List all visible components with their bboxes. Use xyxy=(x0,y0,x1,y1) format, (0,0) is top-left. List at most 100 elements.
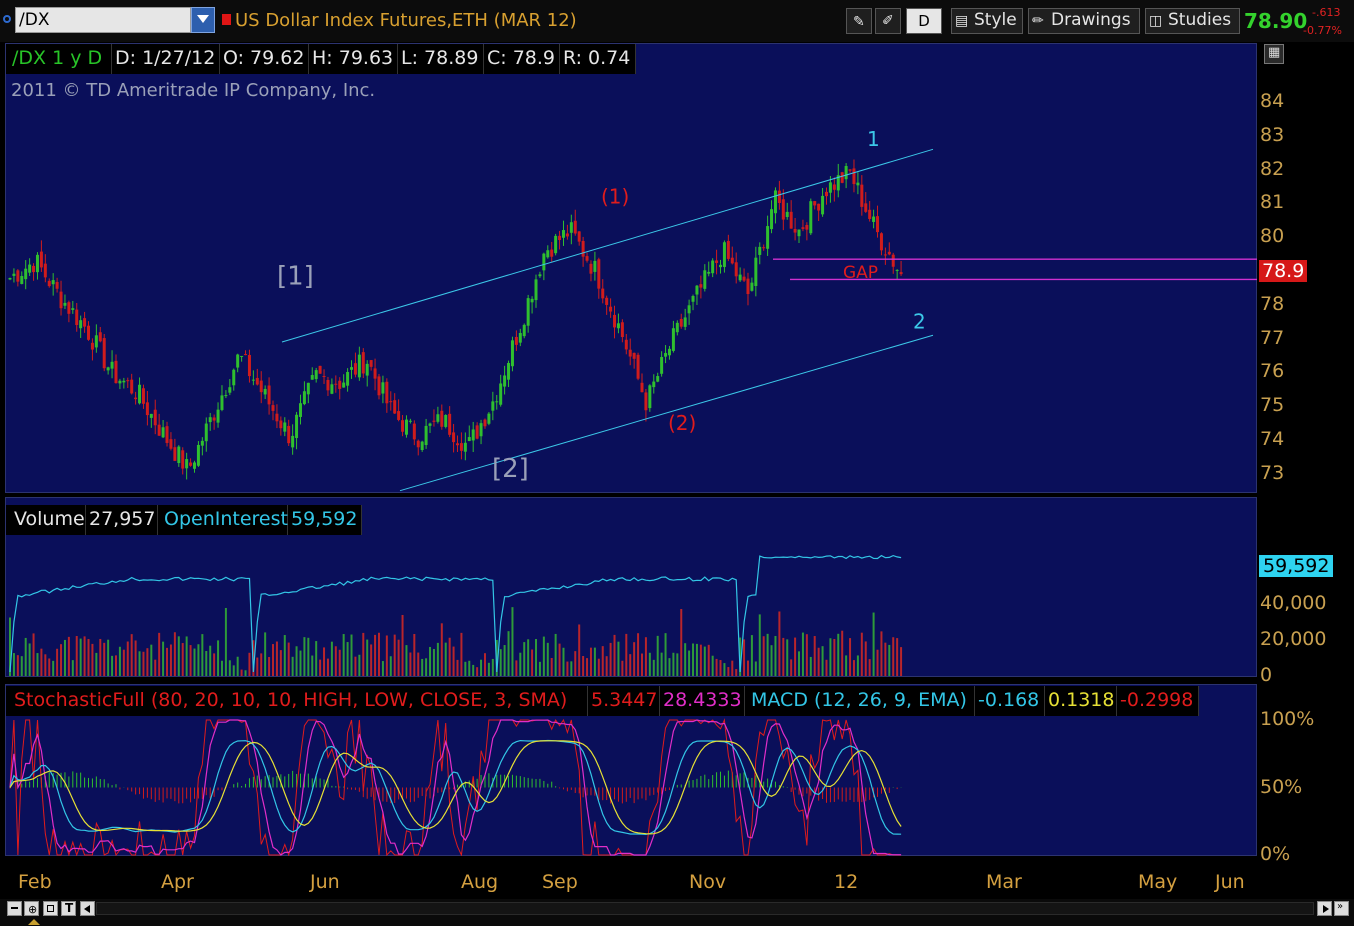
macd-histogram-bar xyxy=(248,778,250,788)
volume-bar xyxy=(440,623,443,676)
macd-histogram-bar xyxy=(700,775,702,788)
resize-grip-icon[interactable] xyxy=(28,919,40,925)
period-button[interactable]: D xyxy=(906,8,942,34)
chart-settings-button[interactable]: ▦ xyxy=(1264,44,1284,64)
macd-histogram-bar xyxy=(29,781,31,788)
price-candle xyxy=(581,240,585,257)
price-candle xyxy=(432,420,436,422)
style-button[interactable]: ▤ Style xyxy=(951,8,1023,34)
volume-bar xyxy=(36,653,39,676)
price-candle xyxy=(456,443,459,446)
macd-histogram-bar xyxy=(88,777,90,788)
volume-bar xyxy=(146,648,149,676)
price-candle xyxy=(656,376,660,382)
time-frame-button[interactable]: T xyxy=(61,901,76,916)
wand-icon: ✐ xyxy=(882,13,894,29)
zoom-out-button[interactable] xyxy=(7,901,22,916)
price-candle xyxy=(593,260,597,272)
macd-histogram-bar xyxy=(763,781,765,788)
zoom-in-button[interactable]: ⊕ xyxy=(24,901,39,916)
macd-histogram-bar xyxy=(292,770,294,788)
price-tick-label: 76 xyxy=(1260,360,1285,383)
volume-bar xyxy=(452,646,455,676)
macd-histogram-bar xyxy=(511,774,513,788)
price-candle xyxy=(39,251,43,268)
volume-bar xyxy=(397,639,400,676)
price-candle xyxy=(624,339,628,350)
volume-bar xyxy=(154,659,157,676)
volume-value: 27,957 xyxy=(86,505,158,535)
volume-bar xyxy=(711,655,714,676)
price-candle xyxy=(526,298,530,326)
volume-bar xyxy=(558,643,561,676)
oscillator-chart[interactable] xyxy=(5,716,1257,856)
volume-bar xyxy=(648,652,651,676)
symbol-dropdown-button[interactable] xyxy=(191,7,215,33)
volume-bar xyxy=(429,646,432,676)
volume-bar xyxy=(240,669,243,676)
volume-chart[interactable] xyxy=(5,537,1257,677)
volume-bar xyxy=(114,655,117,676)
stochastic-label: StochasticFull (80, 20, 10, 10, HIGH, LO… xyxy=(6,686,588,716)
oscillator-tick-label: 50% xyxy=(1260,775,1303,798)
symbol-input[interactable]: /DX xyxy=(15,7,191,33)
price-candle xyxy=(83,318,87,327)
price-candle xyxy=(864,203,868,212)
macd-histogram-bar xyxy=(417,787,419,798)
volume-bar xyxy=(268,657,271,676)
price-candle xyxy=(255,377,259,385)
studies-button[interactable]: ◫ Studies xyxy=(1145,8,1240,34)
draw-tool-button[interactable]: ✎ xyxy=(846,8,872,34)
price-candle xyxy=(302,391,306,405)
price-candle xyxy=(844,166,848,180)
volume-bar xyxy=(138,651,141,676)
volume-bar xyxy=(279,650,282,676)
volume-bar xyxy=(782,637,785,676)
macd-histogram-bar xyxy=(409,787,411,803)
volume-bar xyxy=(460,632,463,676)
price-candle xyxy=(691,295,695,302)
volume-bar xyxy=(586,658,589,676)
macd-histogram-bar xyxy=(25,780,27,788)
scroll-right-button[interactable] xyxy=(1317,901,1332,916)
macd-histogram-bar xyxy=(119,787,121,790)
price-candle xyxy=(475,425,479,439)
macd-histogram-bar xyxy=(370,787,372,797)
price-candle xyxy=(87,325,91,340)
volume-bar xyxy=(342,634,345,676)
volume-bar xyxy=(695,643,698,676)
macd-histogram-bar xyxy=(574,787,576,793)
macd-histogram-bar xyxy=(374,787,376,801)
volume-bar xyxy=(762,636,765,676)
volume-bar xyxy=(99,638,102,676)
volume-bar xyxy=(197,644,200,676)
macd-histogram-bar xyxy=(547,783,549,788)
crosshair-tool-button[interactable]: ✐ xyxy=(875,8,901,34)
scroll-left-button[interactable] xyxy=(80,901,95,916)
price-candle xyxy=(483,419,487,427)
price-candle xyxy=(746,278,750,295)
price-candle xyxy=(828,182,832,193)
price-candle xyxy=(738,274,742,281)
price-candle xyxy=(569,222,573,233)
volume-bar xyxy=(272,644,275,676)
volume-bar xyxy=(366,639,369,676)
percent-change: -0.77% xyxy=(1303,24,1342,37)
scroll-track[interactable] xyxy=(96,902,1314,915)
price-candle xyxy=(444,414,448,427)
price-candle xyxy=(550,249,554,257)
drawings-button[interactable]: ✏ Drawings xyxy=(1028,8,1140,34)
scroll-end-button[interactable]: » xyxy=(1334,901,1349,916)
macd-histogram-bar xyxy=(767,778,769,788)
price-candle xyxy=(734,262,738,277)
price-candle xyxy=(389,401,393,403)
macd-histogram-bar xyxy=(649,787,651,796)
volume-bar xyxy=(248,652,251,676)
price-chart[interactable]: (1) (2) 1 2 [1] [2] GAP xyxy=(5,43,1257,493)
volume-bar xyxy=(601,646,604,676)
macd-histogram-bar xyxy=(519,776,521,788)
macd-histogram-bar xyxy=(786,786,788,788)
zoom-box-button[interactable] xyxy=(43,901,58,916)
price-candle xyxy=(758,246,762,255)
macd-histogram-bar xyxy=(888,787,890,793)
